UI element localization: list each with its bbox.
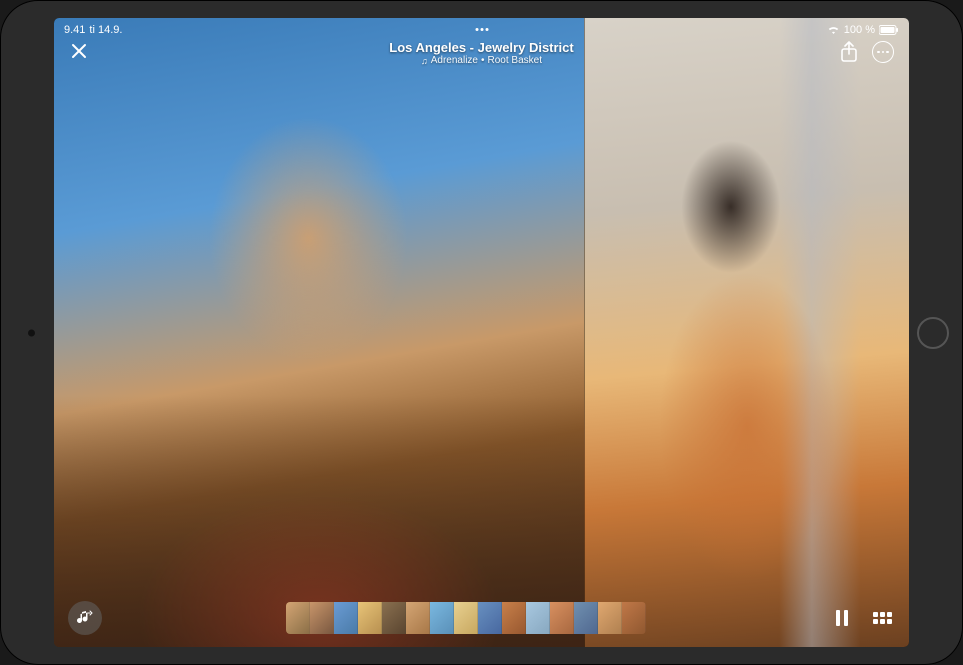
multitasking-dots-icon[interactable]	[475, 28, 488, 31]
timeline-thumb[interactable]	[478, 602, 502, 634]
share-icon	[840, 41, 858, 63]
home-button[interactable]	[917, 317, 949, 349]
bottom-controls	[54, 601, 909, 635]
timeline-thumb[interactable]	[574, 602, 598, 634]
status-right: 100 %	[827, 24, 899, 36]
timeline-thumb[interactable]	[286, 602, 310, 634]
timeline-thumb[interactable]	[598, 602, 622, 634]
timeline-thumb[interactable]	[406, 602, 430, 634]
memory-mixes-button[interactable]	[68, 601, 102, 635]
timeline-thumb[interactable]	[526, 602, 550, 634]
battery-icon	[879, 25, 899, 35]
pause-button[interactable]	[829, 605, 855, 631]
timeline-thumb[interactable]	[550, 602, 574, 634]
timeline-thumb[interactable]	[454, 602, 478, 634]
timeline-thumb[interactable]	[310, 602, 334, 634]
memory-photo-right[interactable]	[584, 18, 909, 647]
screen: 9.41 ti 14.9. 100 % Lo	[54, 18, 909, 647]
timeline-strip	[286, 602, 646, 634]
close-icon	[71, 43, 87, 59]
memory-photo-left[interactable]	[54, 18, 584, 647]
status-left: 9.41 ti 14.9.	[64, 24, 122, 36]
timeline-thumb[interactable]	[334, 602, 358, 634]
music-separator: •	[481, 55, 485, 66]
status-date: ti 14.9.	[89, 24, 122, 36]
close-button[interactable]	[68, 40, 90, 62]
status-bar: 9.41 ti 14.9. 100 %	[54, 18, 909, 38]
top-controls: Los Angeles - Jewelry District ♫ Adrenal…	[54, 40, 909, 64]
browse-grid-button[interactable]	[869, 605, 895, 631]
memory-title-block[interactable]: Los Angeles - Jewelry District ♫ Adrenal…	[389, 40, 573, 66]
memory-music-info: ♫ Adrenalize • Root Basket	[389, 55, 573, 66]
playback-controls	[829, 605, 895, 631]
music-mix-icon	[76, 609, 94, 627]
timeline-thumb[interactable]	[358, 602, 382, 634]
more-icon	[872, 41, 894, 63]
music-track: Root Basket	[488, 55, 542, 66]
timeline-thumb[interactable]	[430, 602, 454, 634]
device-camera	[28, 329, 35, 336]
timeline-thumb[interactable]	[622, 602, 646, 634]
status-time: 9.41	[64, 24, 85, 36]
timeline-scrubber[interactable]	[102, 602, 829, 634]
wifi-icon	[827, 25, 840, 35]
timeline-thumb[interactable]	[502, 602, 526, 634]
pause-icon	[835, 610, 849, 626]
ipad-frame: 9.41 ti 14.9. 100 % Lo	[0, 0, 963, 665]
battery-percent: 100 %	[844, 24, 875, 36]
more-button[interactable]	[871, 40, 895, 64]
grid-icon	[873, 612, 892, 624]
timeline-thumb[interactable]	[382, 602, 406, 634]
music-note-icon: ♫	[421, 56, 428, 66]
music-artist: Adrenalize	[431, 55, 478, 66]
share-button[interactable]	[837, 40, 861, 64]
memory-title: Los Angeles - Jewelry District	[389, 40, 573, 55]
top-right-controls	[837, 40, 895, 64]
